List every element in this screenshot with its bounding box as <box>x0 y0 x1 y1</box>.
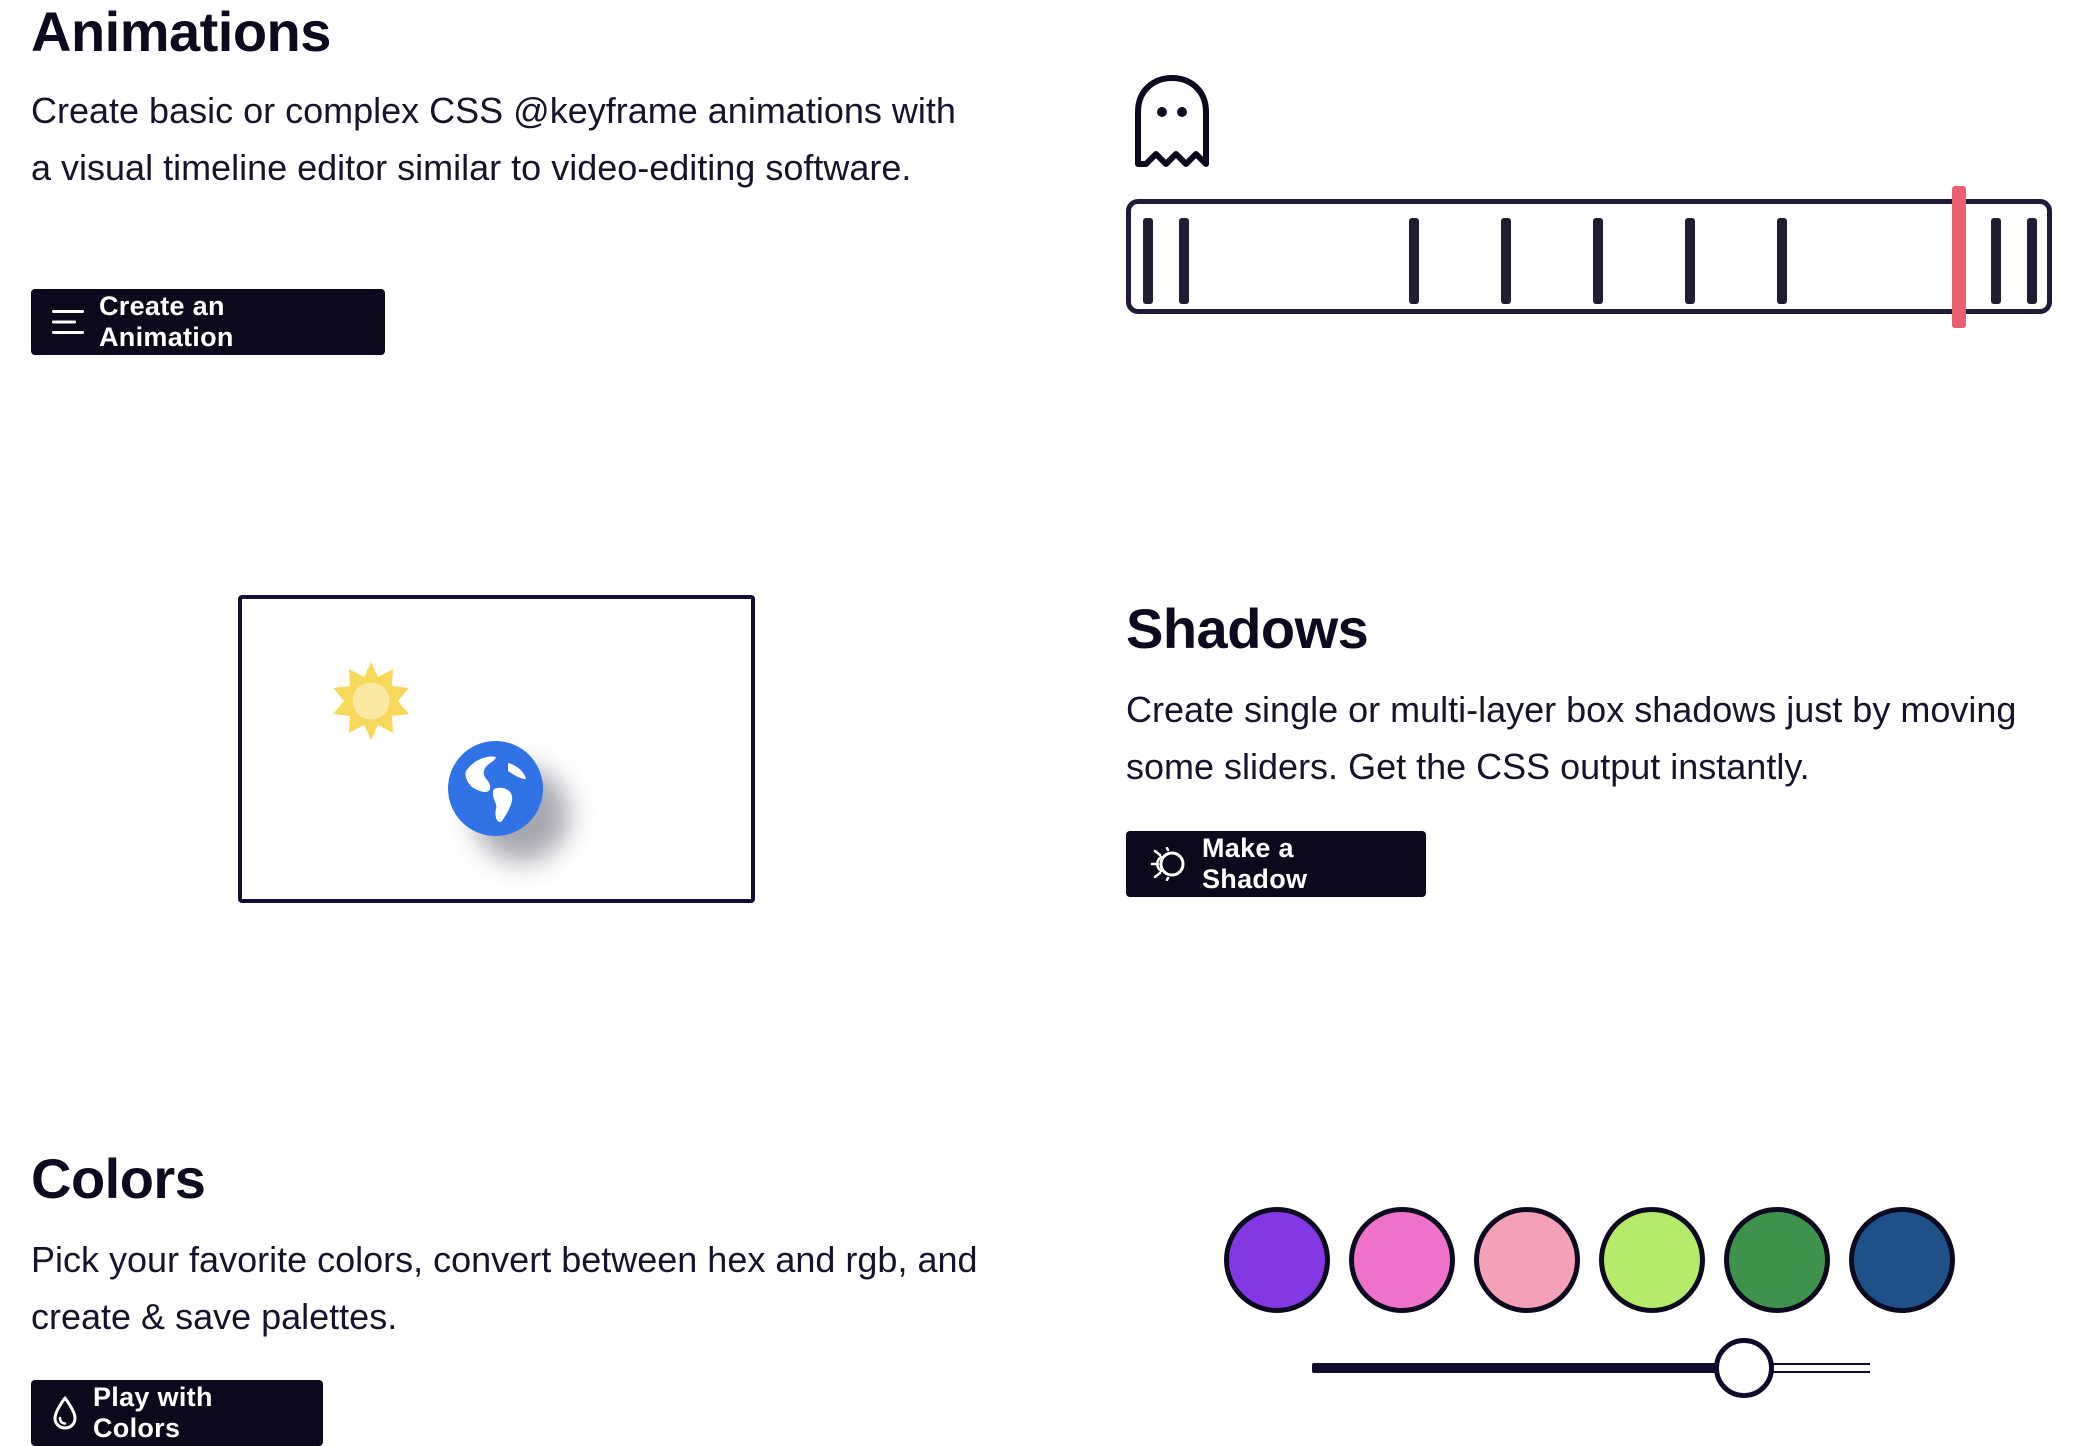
color-swatch[interactable] <box>1349 1207 1455 1313</box>
animations-description: Create basic or complex CSS @keyframe an… <box>31 90 956 188</box>
keyframe-marker[interactable] <box>1685 218 1695 304</box>
timeline-playhead[interactable] <box>1952 186 1966 328</box>
animation-timeline[interactable] <box>1126 199 2052 314</box>
colors-description: Pick your favorite colors, convert betwe… <box>31 1239 978 1337</box>
keyframe-marker[interactable] <box>1409 218 1419 304</box>
colors-title: Colors <box>31 1147 206 1210</box>
sun-icon <box>333 662 409 740</box>
color-swatch[interactable] <box>1474 1207 1580 1313</box>
keyframe-marker[interactable] <box>1593 218 1603 304</box>
animations-title: Animations <box>31 0 331 63</box>
droplet-icon <box>53 1396 77 1430</box>
color-slider-track-filled[interactable] <box>1312 1363 1744 1373</box>
color-slider-thumb[interactable] <box>1714 1338 1774 1398</box>
color-swatch[interactable] <box>1599 1207 1705 1313</box>
create-animation-button[interactable]: Create an Animation <box>31 289 385 355</box>
shadows-description: Create single or multi-layer box shadows… <box>1126 689 2017 787</box>
color-swatch[interactable] <box>1724 1207 1830 1313</box>
make-shadow-button[interactable]: Make a Shadow <box>1126 831 1426 897</box>
keyframe-marker[interactable] <box>1143 218 1153 304</box>
sun-shadow-icon <box>1150 847 1185 881</box>
play-with-colors-label: Play with Colors <box>93 1382 213 1443</box>
play-with-colors-button[interactable]: Play with Colors <box>31 1380 323 1446</box>
color-swatch[interactable] <box>1224 1207 1330 1313</box>
make-shadow-label: Make a Shadow <box>1202 833 1308 894</box>
menu-lines-icon <box>52 310 84 334</box>
create-animation-label: Create an Animation <box>99 291 234 352</box>
color-swatch[interactable] <box>1849 1207 1955 1313</box>
globe-icon <box>448 741 543 836</box>
shadows-title: Shadows <box>1126 597 1369 660</box>
keyframe-marker[interactable] <box>2027 218 2037 304</box>
keyframe-marker[interactable] <box>1179 218 1189 304</box>
ghost-icon <box>1135 75 1209 167</box>
keyframe-marker[interactable] <box>1777 218 1787 304</box>
keyframe-marker[interactable] <box>1501 218 1511 304</box>
keyframe-marker[interactable] <box>1991 218 2001 304</box>
